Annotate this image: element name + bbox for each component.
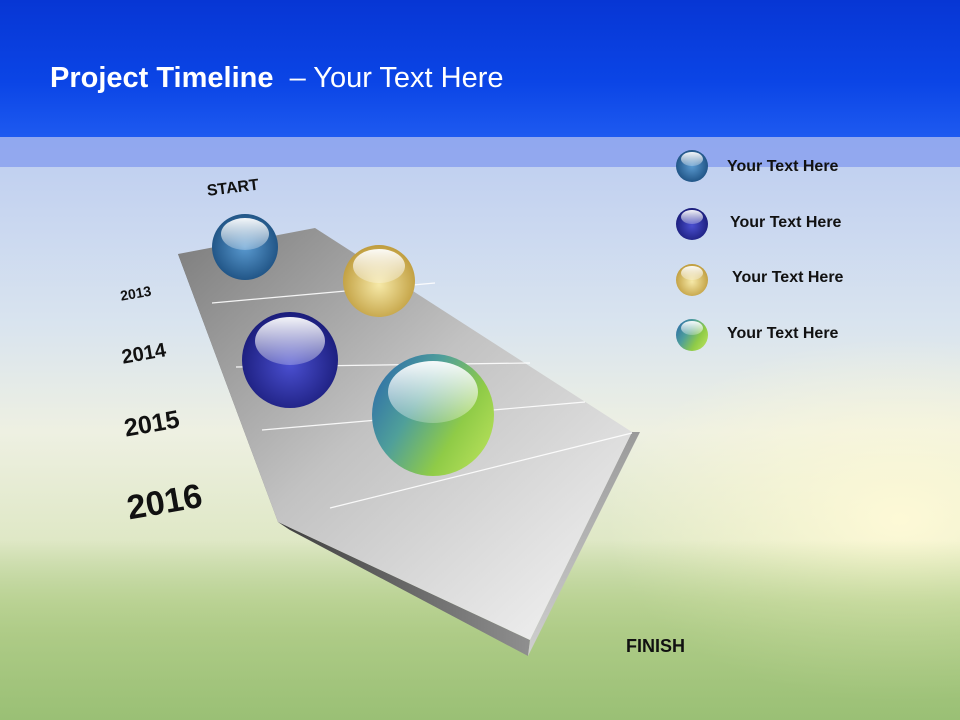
legend-label-green: Your Text Here — [727, 325, 839, 342]
legend-sphere-green — [676, 319, 708, 351]
legend-label-navy: Your Text Here — [730, 214, 842, 231]
legend-label-blue: Your Text Here — [727, 158, 839, 175]
milestone-sphere-green — [372, 354, 494, 476]
legend-sphere-navy — [676, 208, 708, 240]
slide: Project Timeline – Your Text Here START … — [0, 0, 960, 720]
legend-label-gold: Your Text Here — [732, 269, 844, 286]
milestone-sphere-blue — [212, 214, 278, 280]
milestone-sphere-gold — [343, 245, 415, 317]
legend-sphere-blue — [676, 150, 708, 182]
legend-sphere-gold — [676, 264, 708, 296]
milestone-sphere-navy — [242, 312, 338, 408]
finish-label: FINISH — [626, 636, 686, 656]
